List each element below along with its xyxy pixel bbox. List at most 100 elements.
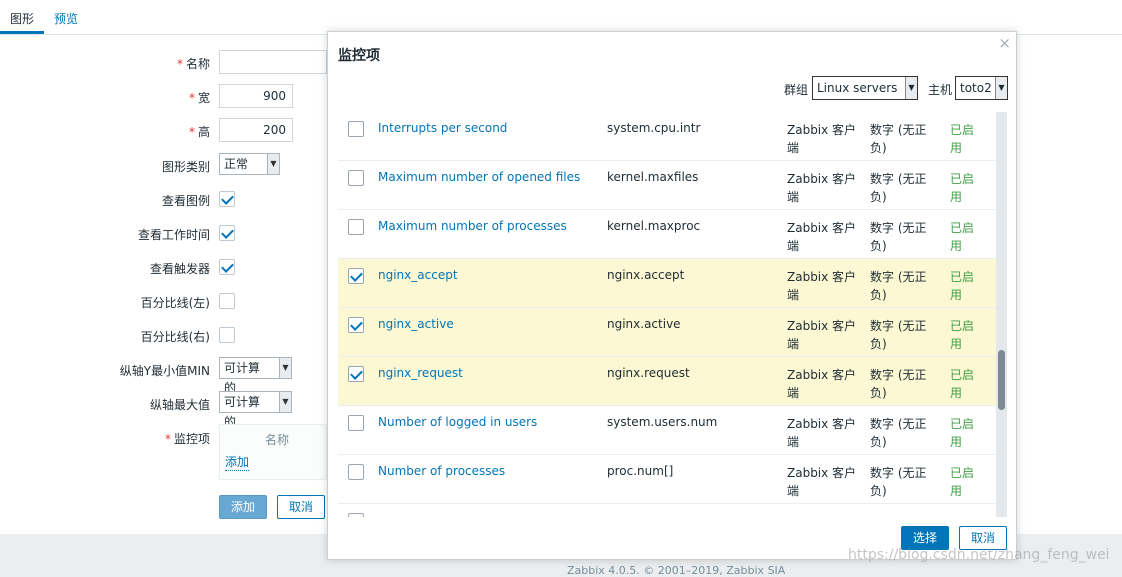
graph-type-select[interactable]: 正常 ▼ xyxy=(219,153,280,175)
form-row-height: * 高 xyxy=(0,118,330,144)
percentile-right-label: 百分比线(右) xyxy=(140,330,210,344)
item-value-type: 数字 (无正负) xyxy=(870,319,927,351)
item-checkbox[interactable] xyxy=(348,464,364,480)
group-filter-select[interactable]: Linux servers ▼ xyxy=(812,76,918,100)
item-checkbox[interactable] xyxy=(348,121,364,137)
show-legend-checkbox[interactable] xyxy=(219,191,235,207)
required-mark: * xyxy=(188,91,195,105)
tab-preview[interactable]: 预览 xyxy=(54,10,78,27)
item-row[interactable]: Interrupts per second system.cpu.intr Za… xyxy=(338,112,996,161)
required-mark: * xyxy=(164,432,171,446)
item-row[interactable]: Number of logged in users system.users.n… xyxy=(338,406,996,455)
item-row[interactable]: nginx_request nginx.request Zabbix 客户端 数… xyxy=(338,357,996,406)
required-mark: * xyxy=(188,125,195,139)
item-key: system.users.num xyxy=(607,415,718,429)
item-checkbox[interactable] xyxy=(348,268,364,284)
name-label: 名称 xyxy=(185,57,210,71)
width-input[interactable] xyxy=(219,84,293,108)
show-triggers-label: 查看触发器 xyxy=(149,262,210,276)
form-add-button[interactable]: 添加 xyxy=(219,495,267,519)
percentile-left-checkbox[interactable] xyxy=(219,293,235,309)
host-filter-select[interactable]: toto2 ▼ xyxy=(955,76,1008,100)
watermark-text: https://blog.csdn.net/zhang_feng_wei xyxy=(848,547,1110,563)
item-row-partial[interactable] xyxy=(338,504,996,517)
item-status: 已启用 xyxy=(950,466,975,498)
dropdown-arrow-icon: ▼ xyxy=(267,154,279,174)
dropdown-arrow-icon: ▼ xyxy=(905,77,917,99)
form-row-show-triggers: 查看触发器 xyxy=(0,255,330,281)
item-name-link[interactable]: nginx_accept xyxy=(378,268,458,282)
form-row-width: * 宽 xyxy=(0,84,330,110)
items-add-link[interactable]: 添加 xyxy=(225,453,250,471)
graph-type-value: 正常 xyxy=(224,157,249,171)
item-value-type: 数字 (无正负) xyxy=(870,221,927,253)
close-icon[interactable]: × xyxy=(998,34,1011,52)
height-input[interactable] xyxy=(219,118,293,142)
scrollbar-thumb[interactable] xyxy=(998,350,1005,410)
item-name-link[interactable]: Maximum number of opened files xyxy=(378,170,580,184)
item-name-link[interactable]: Interrupts per second xyxy=(378,121,507,135)
item-value-type: 数字 (无正负) xyxy=(870,270,927,302)
item-type: Zabbix 客户端 xyxy=(787,221,857,253)
dropdown-arrow-icon: ▼ xyxy=(995,77,1007,99)
item-checkbox[interactable] xyxy=(348,366,364,382)
item-row[interactable]: Maximum number of opened files kernel.ma… xyxy=(338,161,996,210)
dropdown-arrow-icon: ▼ xyxy=(279,358,291,378)
show-working-time-checkbox[interactable] xyxy=(219,225,235,241)
tab-graph[interactable]: 图形 xyxy=(10,10,34,27)
height-label: 高 xyxy=(197,125,210,139)
tab-active-indicator xyxy=(0,31,44,34)
items-list-scrollbar[interactable] xyxy=(996,112,1007,517)
ymin-select[interactable]: 可计算的 ▼ xyxy=(219,357,292,395)
item-name-link[interactable]: Number of processes xyxy=(378,464,505,478)
item-status: 已启用 xyxy=(950,368,975,400)
item-key: kernel.maxfiles xyxy=(607,170,699,184)
dropdown-arrow-icon: ▼ xyxy=(279,392,291,412)
graph-type-label: 图形类别 xyxy=(161,160,210,174)
item-row[interactable]: nginx_accept nginx.accept Zabbix 客户端 数字 … xyxy=(338,259,996,308)
group-filter-label: 群组 xyxy=(784,83,809,97)
item-checkbox[interactable] xyxy=(348,317,364,333)
item-name-link[interactable]: Number of logged in users xyxy=(378,415,537,429)
item-status: 已启用 xyxy=(950,270,975,302)
modal-title: 监控项 xyxy=(338,48,380,64)
show-legend-label: 查看图例 xyxy=(161,194,210,208)
form-row-show-working-time: 查看工作时间 xyxy=(0,221,330,247)
item-status: 已启用 xyxy=(950,417,975,449)
form-row-show-legend: 查看图例 xyxy=(0,187,330,213)
group-filter-value: Linux servers xyxy=(817,81,898,95)
form-cancel-button[interactable]: 取消 xyxy=(277,495,325,519)
item-key: proc.num[] xyxy=(607,464,674,478)
form-row-graph-type: 图形类别 正常 ▼ xyxy=(0,153,330,179)
item-type: Zabbix 客户端 xyxy=(787,417,857,449)
form-row-ymin: 纵轴Y最小值MIN 可计算的 ▼ xyxy=(0,357,330,395)
item-name-link[interactable]: nginx_active xyxy=(378,317,454,331)
item-checkbox[interactable] xyxy=(348,513,364,517)
required-mark: * xyxy=(176,57,183,71)
percentile-left-label: 百分比线(左) xyxy=(140,296,210,310)
percentile-right-checkbox[interactable] xyxy=(219,327,235,343)
item-row[interactable]: nginx_active nginx.active Zabbix 客户端 数字 … xyxy=(338,308,996,357)
form-row-percentile-left: 百分比线(左) xyxy=(0,289,330,315)
item-row[interactable]: Maximum number of processes kernel.maxpr… xyxy=(338,210,996,259)
footer-copyright: Zabbix 4.0.5. © 2001–2019, Zabbix SIA xyxy=(567,564,786,577)
item-type: Zabbix 客户端 xyxy=(787,270,857,302)
items-modal: 监控项 × 群组 Linux servers ▼ 主机 toto2 ▼ Inte… xyxy=(327,31,1017,560)
item-key: nginx.request xyxy=(607,366,690,380)
item-checkbox[interactable] xyxy=(348,219,364,235)
item-name-link[interactable]: nginx_request xyxy=(378,366,463,380)
item-status: 已启用 xyxy=(950,319,975,351)
item-row[interactable]: Number of processes proc.num[] Zabbix 客户… xyxy=(338,455,996,504)
item-status: 已启用 xyxy=(950,123,975,155)
show-triggers-checkbox[interactable] xyxy=(219,259,235,275)
item-value-type: 数字 (无正负) xyxy=(870,368,927,400)
name-input[interactable] xyxy=(219,50,327,74)
item-checkbox[interactable] xyxy=(348,415,364,431)
item-checkbox[interactable] xyxy=(348,170,364,186)
item-value-type: 数字 (无正负) xyxy=(870,172,927,204)
host-filter-value: toto2 xyxy=(960,81,992,95)
form-row-percentile-right: 百分比线(右) xyxy=(0,323,330,349)
ymax-select[interactable]: 可计算的 ▼ xyxy=(219,391,292,429)
width-label: 宽 xyxy=(197,91,210,105)
item-name-link[interactable]: Maximum number of processes xyxy=(378,219,567,233)
